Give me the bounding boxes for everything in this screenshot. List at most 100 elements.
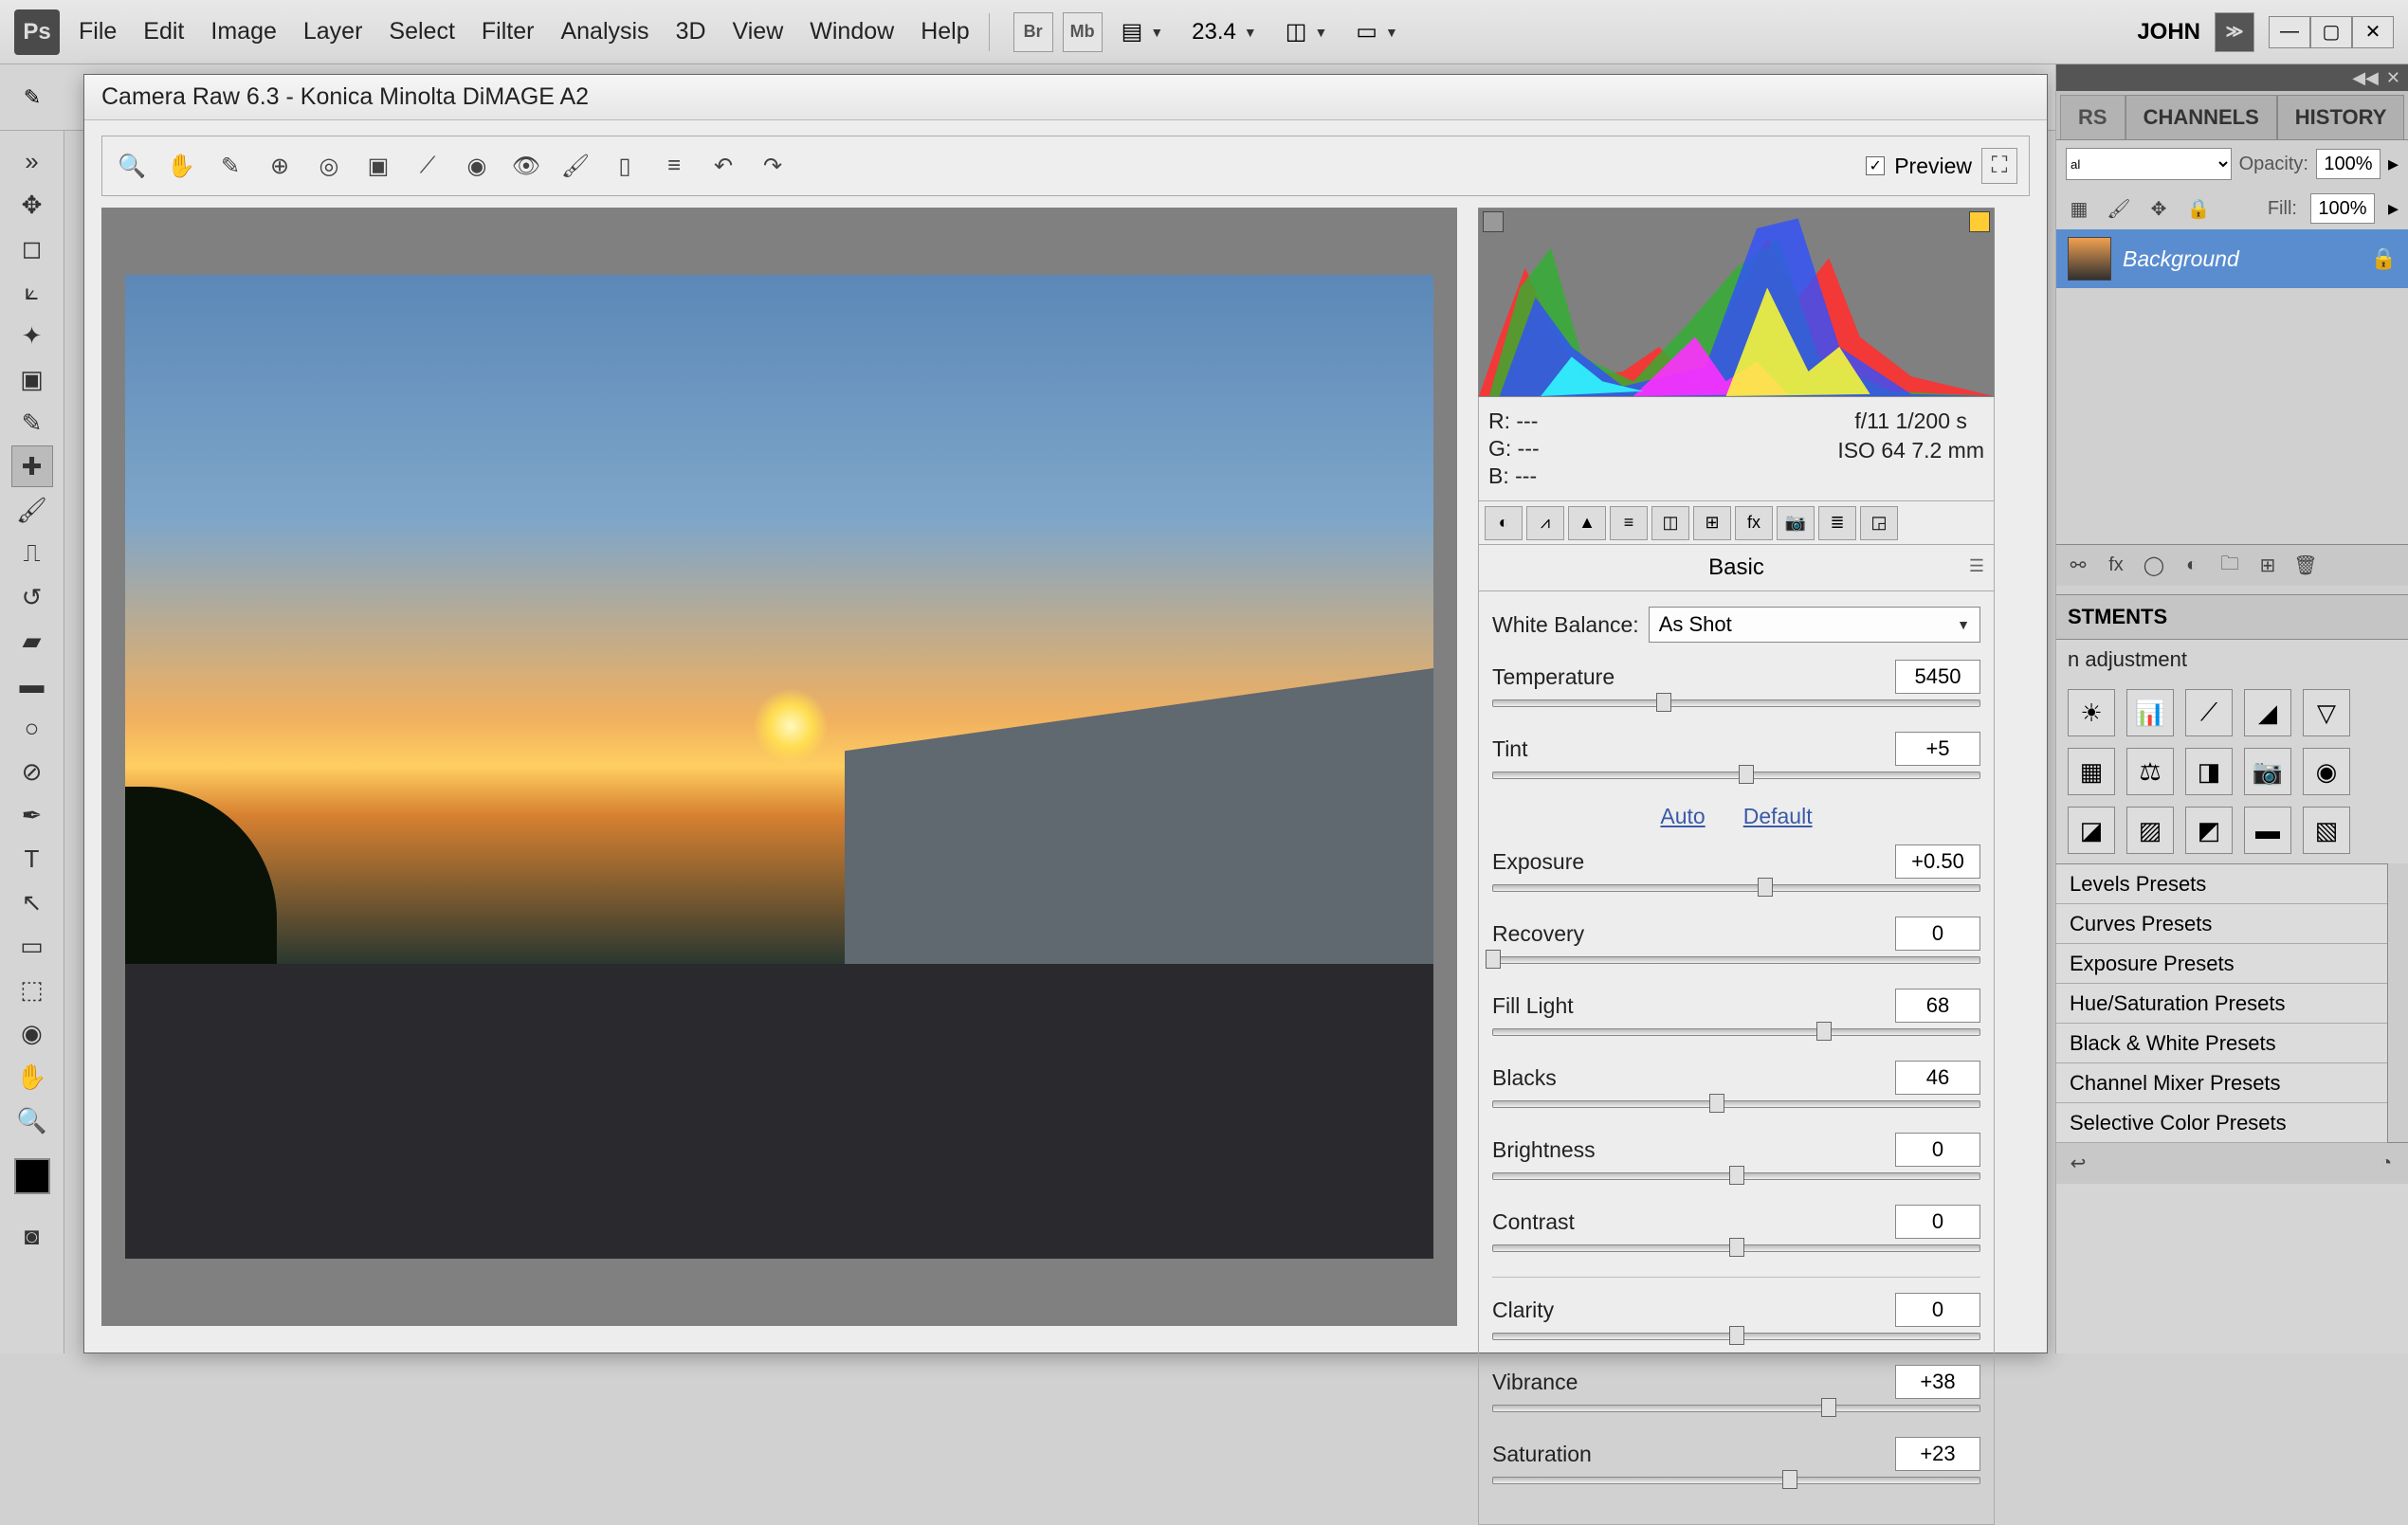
tab-presets[interactable]: ≣ bbox=[1818, 506, 1856, 540]
eraser-tool[interactable]: ▰ bbox=[11, 620, 53, 662]
slider-thumb[interactable] bbox=[1656, 693, 1671, 712]
fullscreen-button[interactable]: ⛶ bbox=[1981, 148, 2017, 184]
preset-item[interactable]: Hue/Saturation Presets bbox=[2056, 984, 2387, 1024]
trash-icon[interactable]: 🗑 bbox=[2291, 552, 2320, 580]
tab-snapshots[interactable]: ◲ bbox=[1860, 506, 1898, 540]
opacity-flyout-icon[interactable]: ▸ bbox=[2388, 152, 2399, 176]
link-layers-icon[interactable]: ⚯ bbox=[2064, 552, 2092, 580]
slider-thumb[interactable] bbox=[1709, 1094, 1724, 1113]
type-tool[interactable]: T bbox=[11, 838, 53, 880]
preset-item[interactable]: Channel Mixer Presets bbox=[2056, 1063, 2387, 1103]
history-brush-tool[interactable]: ↺ bbox=[11, 576, 53, 618]
image-preview-area[interactable] bbox=[101, 208, 1457, 1326]
collapse-icon[interactable]: ◀◀ bbox=[2352, 68, 2379, 88]
scrollbar[interactable] bbox=[2387, 863, 2408, 1142]
tab-channels[interactable]: CHANNELS bbox=[2125, 95, 2277, 139]
opacity-value[interactable]: 100% bbox=[2316, 149, 2381, 179]
selcolor-icon[interactable]: ▧ bbox=[2303, 807, 2350, 854]
menu-select[interactable]: Select bbox=[389, 18, 454, 45]
brightness-icon[interactable]: ☀ bbox=[2068, 689, 2115, 736]
slider-track[interactable] bbox=[1492, 1477, 1980, 1484]
marquee-tool[interactable]: ◻ bbox=[11, 227, 53, 269]
foreground-color[interactable] bbox=[14, 1158, 50, 1194]
histogram[interactable] bbox=[1478, 208, 1995, 397]
craw-prefs-tool[interactable]: ≡ bbox=[656, 148, 692, 184]
tab-detail[interactable]: ▲ bbox=[1568, 506, 1606, 540]
menu-view[interactable]: View bbox=[733, 18, 784, 45]
slider-track[interactable] bbox=[1492, 1028, 1980, 1036]
menu-edit[interactable]: Edit bbox=[143, 18, 184, 45]
new-layer-icon[interactable]: ⊞ bbox=[2253, 552, 2282, 580]
slider-value-input[interactable]: +38 bbox=[1895, 1365, 1980, 1399]
brush-tool[interactable]: 🖌 bbox=[11, 489, 53, 531]
preset-item[interactable]: Selective Color Presets bbox=[2056, 1103, 2387, 1143]
mask-icon[interactable]: ◯ bbox=[2140, 552, 2168, 580]
craw-redeye-tool[interactable]: 👁 bbox=[508, 148, 544, 184]
blend-mode-select[interactable]: al bbox=[2066, 148, 2232, 180]
menu-layer[interactable]: Layer bbox=[303, 18, 363, 45]
tab-basic[interactable]: ◐ bbox=[1485, 506, 1523, 540]
slider-thumb[interactable] bbox=[1729, 1238, 1744, 1257]
preset-item[interactable]: Exposure Presets bbox=[2056, 944, 2387, 984]
slider-thumb[interactable] bbox=[1729, 1326, 1744, 1345]
photofilter-icon[interactable]: 📷 bbox=[2244, 748, 2291, 795]
maximize-button[interactable]: ▢ bbox=[2310, 16, 2352, 48]
slider-track[interactable] bbox=[1492, 1405, 1980, 1412]
expand-icon[interactable]: » bbox=[11, 140, 53, 182]
slider-thumb[interactable] bbox=[1821, 1398, 1836, 1417]
posterize-icon[interactable]: ▨ bbox=[2126, 807, 2174, 854]
slider-value-input[interactable]: +5 bbox=[1895, 732, 1980, 766]
minimize-button[interactable]: — bbox=[2269, 16, 2310, 48]
exposure-icon[interactable]: ◢ bbox=[2244, 689, 2291, 736]
auto-link[interactable]: Auto bbox=[1660, 804, 1705, 829]
craw-gradfilter-tool[interactable]: ▯ bbox=[607, 148, 643, 184]
tab-camera[interactable]: 📷 bbox=[1777, 506, 1815, 540]
hand-tool[interactable]: ✋ bbox=[11, 1056, 53, 1098]
slider-track[interactable] bbox=[1492, 956, 1980, 964]
slider-value-input[interactable]: 68 bbox=[1895, 989, 1980, 1023]
menu-image[interactable]: Image bbox=[210, 18, 276, 45]
craw-zoom-tool[interactable]: 🔍 bbox=[114, 148, 150, 184]
slider-track[interactable] bbox=[1492, 772, 1980, 779]
hue-icon[interactable]: ▦ bbox=[2068, 748, 2115, 795]
tab-fx[interactable]: fx bbox=[1735, 506, 1773, 540]
menu-3d[interactable]: 3D bbox=[676, 18, 706, 45]
threshold-icon[interactable]: ◩ bbox=[2185, 807, 2233, 854]
bridge-button[interactable]: Br bbox=[1013, 12, 1053, 52]
preset-item[interactable]: Black & White Presets bbox=[2056, 1024, 2387, 1063]
lock-paint-icon[interactable]: 🖌 bbox=[2106, 195, 2132, 222]
slider-thumb[interactable] bbox=[1486, 950, 1501, 969]
slider-thumb[interactable] bbox=[1739, 765, 1754, 784]
fx-icon[interactable]: fx bbox=[2102, 552, 2130, 580]
invert-icon[interactable]: ◪ bbox=[2068, 807, 2115, 854]
clip-icon[interactable]: ◔ bbox=[2372, 1150, 2400, 1178]
crop-tool[interactable]: ▣ bbox=[11, 358, 53, 400]
preset-item[interactable]: Levels Presets bbox=[2056, 864, 2387, 904]
return-icon[interactable]: ↩ bbox=[2064, 1150, 2092, 1178]
fill-value[interactable]: 100% bbox=[2310, 193, 2375, 224]
group-icon[interactable]: 🗀 bbox=[2216, 552, 2244, 580]
slider-track[interactable] bbox=[1492, 1100, 1980, 1108]
fill-flyout-icon[interactable]: ▸ bbox=[2388, 196, 2399, 221]
slider-thumb[interactable] bbox=[1729, 1166, 1744, 1185]
craw-wb-tool[interactable]: ✎ bbox=[212, 148, 248, 184]
tab-layers[interactable]: RS bbox=[2060, 95, 2125, 139]
craw-brush-tool[interactable]: 🖌 bbox=[557, 148, 593, 184]
slider-value-input[interactable]: 5450 bbox=[1895, 660, 1980, 694]
craw-rotate-ccw[interactable]: ↶ bbox=[705, 148, 741, 184]
shape-tool[interactable]: ▭ bbox=[11, 925, 53, 967]
slider-track[interactable] bbox=[1492, 1244, 1980, 1252]
view-dropdown[interactable]: ▤▼ bbox=[1122, 18, 1164, 45]
quickmask-button[interactable]: ◙ bbox=[11, 1215, 53, 1257]
shadow-clip-icon[interactable] bbox=[1483, 211, 1504, 232]
slider-value-input[interactable]: 0 bbox=[1895, 1133, 1980, 1167]
panel-menu-icon[interactable]: ☰ bbox=[1969, 556, 1984, 576]
slider-value-input[interactable]: 46 bbox=[1895, 1061, 1980, 1095]
blur-tool[interactable]: ○ bbox=[11, 707, 53, 749]
slider-track[interactable] bbox=[1492, 884, 1980, 892]
craw-sampler-tool[interactable]: ⊕ bbox=[262, 148, 298, 184]
menu-analysis[interactable]: Analysis bbox=[560, 18, 648, 45]
craw-spot-tool[interactable]: ◉ bbox=[459, 148, 495, 184]
adjustment-icon[interactable]: ◐ bbox=[2178, 552, 2206, 580]
craw-target-tool[interactable]: ◎ bbox=[311, 148, 347, 184]
